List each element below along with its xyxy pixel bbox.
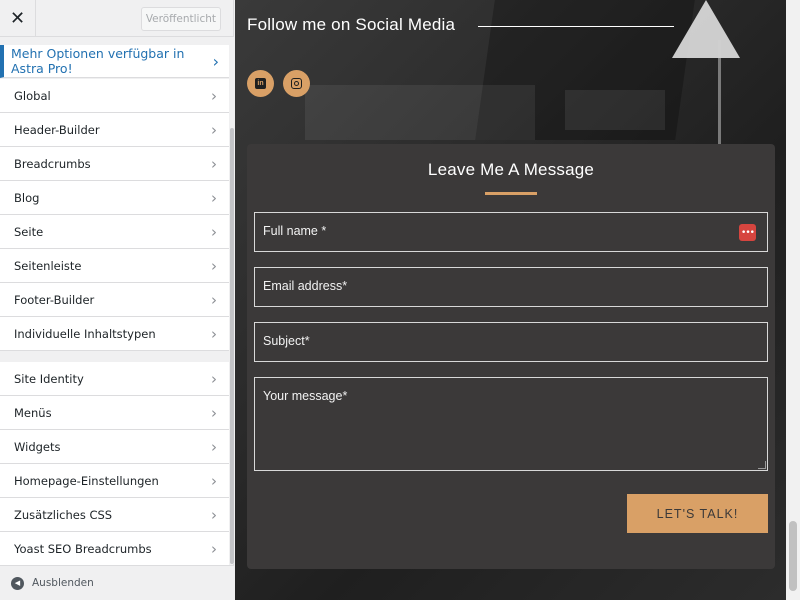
sidebar-item-label: Seite — [14, 224, 44, 239]
sidebar-item-label: Seitenleiste — [14, 258, 82, 273]
full-name-placeholder: Full name * — [263, 224, 327, 238]
promo-label: Mehr Optionen verfügbar in Astra Pro! — [11, 46, 185, 76]
sidebar-item[interactable]: Zusätzliches CSS › — [0, 498, 229, 532]
heading-divider — [478, 26, 674, 27]
astra-pro-promo-link[interactable]: Mehr Optionen verfügbar in Astra Pro! › — [0, 45, 229, 78]
panel-list-primary: Global › Header-Builder › Breadcrumbs › Blog › S… — [0, 79, 229, 351]
sidebar-item-label: Homepage-Einstellungen — [14, 473, 159, 488]
customizer-sidebar: ✕ Veröffentlicht Mehr Optionen verfügbar… — [0, 0, 234, 600]
subject-field[interactable]: Subject* — [254, 322, 768, 362]
sidebar-item-label: Footer-Builder — [14, 292, 95, 307]
chevron-right-icon: › — [211, 256, 217, 275]
sidebar-item-label: Individuelle Inhaltstypen — [14, 326, 156, 341]
preview-scrollbar-thumb[interactable] — [789, 521, 797, 591]
sidebar-item[interactable]: Seitenleiste › — [0, 249, 229, 283]
email-placeholder: Email address* — [263, 279, 348, 293]
background-lamp-pole — [718, 40, 721, 150]
chevron-right-icon: › — [211, 324, 217, 343]
chevron-right-icon: › — [211, 403, 217, 422]
sidebar-item[interactable]: Header-Builder › — [0, 113, 229, 147]
chevron-right-icon: › — [212, 51, 219, 71]
site-preview: Follow me on Social Media in Leave Me A … — [235, 0, 786, 600]
instagram-icon — [291, 78, 302, 89]
sidebar-item-label: Yoast SEO Breadcrumbs — [14, 541, 152, 556]
email-field[interactable]: Email address* — [254, 267, 768, 307]
sidebar-item-label: Site Identity — [14, 371, 84, 386]
full-name-field[interactable]: Full name * ••• — [254, 212, 768, 252]
contact-form: Leave Me A Message Full name * ••• Email… — [247, 144, 775, 569]
publish-button[interactable]: Veröffentlicht — [140, 7, 221, 31]
chevron-right-icon: › — [211, 188, 217, 207]
sidebar-item-label: Menüs — [14, 405, 52, 420]
linkedin-link[interactable]: in — [247, 70, 274, 97]
sidebar-item-label: Header-Builder — [14, 122, 100, 137]
background-desk — [305, 85, 535, 140]
linkedin-icon: in — [255, 78, 266, 89]
sidebar-item[interactable]: Yoast SEO Breadcrumbs › — [0, 532, 229, 566]
background-lamp — [672, 0, 740, 58]
sidebar-item[interactable]: Homepage-Einstellungen › — [0, 464, 229, 498]
collapse-sidebar-button[interactable]: ◀ Ausblenden — [0, 565, 234, 600]
chevron-right-icon: › — [211, 86, 217, 105]
subject-placeholder: Subject* — [263, 334, 310, 348]
sidebar-item[interactable]: Global › — [0, 79, 229, 113]
sidebar-item-label: Global — [14, 88, 51, 103]
submit-button[interactable]: LET'S TALK! — [627, 494, 768, 533]
customizer-header: ✕ Veröffentlicht — [0, 0, 233, 37]
sidebar-scrollbar-thumb[interactable] — [230, 128, 234, 564]
sidebar-item[interactable]: Site Identity › — [0, 362, 229, 396]
collapse-left-icon: ◀ — [11, 576, 24, 590]
sidebar-item[interactable]: Individuelle Inhaltstypen › — [0, 317, 229, 351]
instagram-link[interactable] — [283, 70, 310, 97]
sidebar-item-label: Zusätzliches CSS — [14, 507, 113, 522]
sidebar-item-label: Widgets — [14, 439, 61, 454]
sidebar-item[interactable]: Widgets › — [0, 430, 229, 464]
preview-scrollbar[interactable] — [786, 0, 800, 600]
panel-list-secondary: Site Identity › Menüs › Widgets › Homepage-Ein… — [0, 362, 229, 566]
textarea-resize-handle[interactable] — [758, 461, 766, 469]
sidebar-item[interactable]: Footer-Builder › — [0, 283, 229, 317]
message-field[interactable]: Your message* — [254, 377, 768, 471]
chevron-right-icon: › — [211, 154, 217, 173]
chevron-right-icon: › — [211, 437, 217, 456]
chevron-right-icon: › — [211, 539, 217, 558]
background-paper — [565, 90, 665, 130]
password-manager-icon[interactable]: ••• — [739, 224, 756, 241]
sidebar-item[interactable]: Blog › — [0, 181, 229, 215]
social-heading: Follow me on Social Media — [247, 15, 456, 34]
chevron-right-icon: › — [211, 505, 217, 524]
collapse-label: Ausblenden — [32, 577, 94, 589]
close-icon[interactable]: ✕ — [0, 0, 36, 36]
sidebar-item[interactable]: Breadcrumbs › — [0, 147, 229, 181]
sidebar-item[interactable]: Seite › — [0, 215, 229, 249]
chevron-right-icon: › — [211, 369, 217, 388]
chevron-right-icon: › — [211, 222, 217, 241]
form-title: Leave Me A Message — [427, 160, 595, 179]
sidebar-item-label: Breadcrumbs — [14, 156, 91, 171]
chevron-right-icon: › — [211, 290, 217, 309]
sidebar-item-label: Blog — [14, 190, 40, 205]
chevron-right-icon: › — [211, 471, 217, 490]
form-title-underline — [485, 192, 537, 195]
sidebar-item[interactable]: Menüs › — [0, 396, 229, 430]
chevron-right-icon: › — [211, 120, 217, 139]
message-placeholder: Your message* — [263, 389, 348, 403]
